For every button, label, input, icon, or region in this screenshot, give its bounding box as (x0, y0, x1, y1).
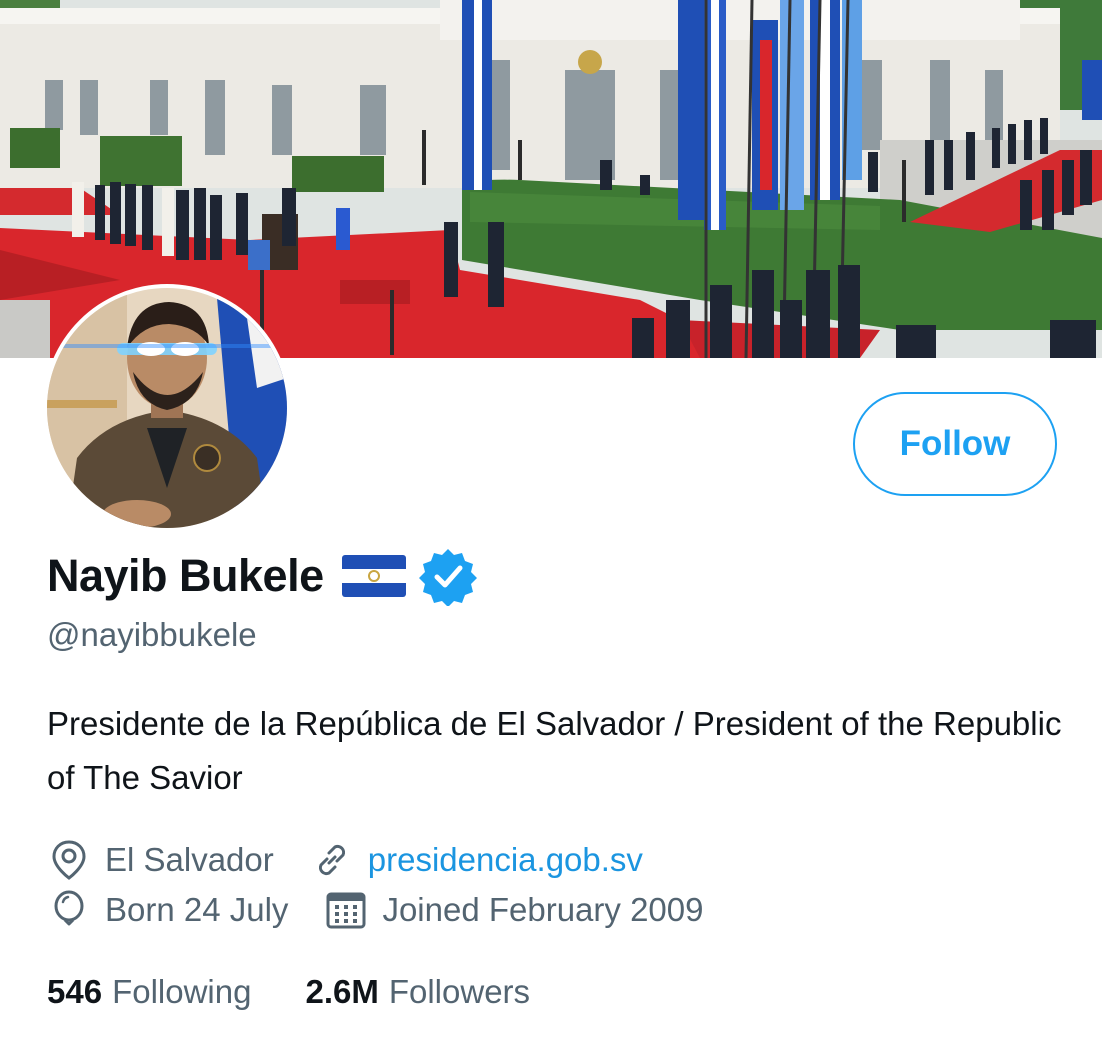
profile-stats: 546 Following 2.6M Followers (47, 966, 530, 1018)
avatar-image (47, 288, 287, 528)
following-stat[interactable]: 546 Following (47, 973, 251, 1011)
verified-badge-icon (418, 546, 478, 607)
profile-name-row: Nayib Bukele (47, 546, 478, 607)
following-count: 546 (47, 973, 103, 1010)
followers-count: 2.6M (305, 973, 379, 1010)
followers-label: Followers (388, 973, 531, 1010)
joined-text: Joined February 2009 (382, 891, 704, 928)
website-link[interactable]: presidencia.gob.sv (368, 841, 643, 879)
location-pin-icon (52, 840, 86, 880)
profile-bio: Presidente de la República de El Salvado… (47, 705, 1062, 796)
calendar-icon (326, 892, 366, 929)
follow-button[interactable]: Follow (853, 392, 1057, 496)
website-item[interactable]: presidencia.gob.sv (310, 838, 643, 882)
followers-stat[interactable]: 2.6M Followers (305, 973, 530, 1011)
profile-handle: @nayibbukele (47, 616, 257, 653)
birthday-text: Born 24 July (105, 891, 289, 928)
location-text: El Salvador (105, 841, 274, 878)
profile-meta-row-2: Born 24 July Joined February 2009 (47, 884, 703, 936)
el-salvador-flag-icon (341, 555, 406, 597)
balloon-icon (54, 890, 84, 926)
link-icon (318, 844, 345, 876)
joined-item: Joined February 2009 (324, 888, 703, 932)
birthday-item: Born 24 July (47, 888, 288, 932)
location-item: El Salvador (47, 838, 274, 882)
profile-meta-row-1: El Salvador presidencia.gob.sv (47, 834, 643, 886)
display-name: Nayib Bukele (47, 550, 324, 601)
profile-avatar[interactable] (43, 284, 291, 532)
following-label: Following (112, 973, 252, 1010)
